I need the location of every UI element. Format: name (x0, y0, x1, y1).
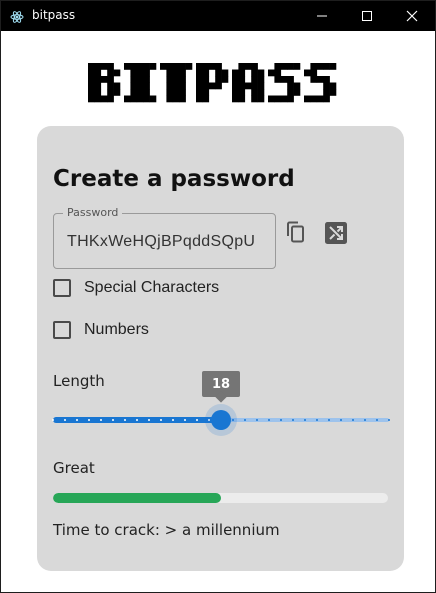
window-title: bitpass (32, 8, 76, 22)
numbers-checkbox[interactable] (53, 321, 71, 339)
minimize-button[interactable] (299, 1, 345, 31)
strength-meter (53, 493, 388, 503)
shuffle-icon (324, 222, 348, 250)
slider-tick (376, 419, 378, 421)
maximize-icon (361, 7, 373, 26)
password-field-label: Password (63, 206, 123, 219)
slider-tick (352, 419, 354, 421)
slider-tick (244, 419, 246, 421)
slider-tick (280, 419, 282, 421)
slider-tick (160, 419, 162, 421)
time-to-crack: Time to crack: > a millennium (53, 521, 280, 539)
slider-tick (388, 419, 390, 421)
title-bar[interactable]: bitpass (1, 1, 435, 31)
minimize-icon (316, 7, 328, 26)
password-generator-card: Create a password Password THKxWeHQjBPqd… (37, 126, 404, 571)
special-characters-checkbox[interactable] (53, 279, 71, 297)
app-window: bitpass Create a password Password THKxW… (0, 0, 436, 593)
page-title: Create a password (53, 166, 295, 192)
copy-button[interactable] (284, 220, 308, 246)
numbers-label: Numbers (84, 321, 149, 338)
slider-tick (292, 419, 294, 421)
password-field[interactable]: Password THKxWeHQjBPqddSQpU (53, 206, 276, 269)
slider-tick (340, 419, 342, 421)
slider-thumb[interactable] (211, 410, 231, 430)
slider-tick (148, 419, 150, 421)
special-characters-label: Special Characters (84, 279, 220, 296)
slider-tick (364, 419, 366, 421)
copy-icon (284, 221, 308, 250)
regenerate-button[interactable] (324, 220, 348, 246)
electron-icon (10, 9, 24, 23)
slider-tick (184, 419, 186, 421)
slider-tick (304, 419, 306, 421)
slider-tick (172, 419, 174, 421)
slider-tick (268, 419, 270, 421)
slider-tick (316, 419, 318, 421)
slider-tick (196, 419, 198, 421)
slider-tick (100, 419, 102, 421)
length-label: Length (53, 372, 105, 390)
slider-tick (88, 419, 90, 421)
bitpass-logo (88, 62, 346, 104)
close-button[interactable] (389, 1, 435, 31)
close-icon (406, 7, 418, 26)
strength-meter-fill (53, 493, 221, 503)
slider-tick (256, 419, 258, 421)
password-value[interactable]: THKxWeHQjBPqddSQpU (67, 233, 255, 251)
slider-tick (328, 419, 330, 421)
slider-value-label: 18 (202, 371, 240, 397)
slider-tick (112, 419, 114, 421)
maximize-button[interactable] (344, 1, 390, 31)
slider-tick (52, 419, 54, 421)
slider-tick (124, 419, 126, 421)
slider-tick (76, 419, 78, 421)
slider-tick (64, 419, 66, 421)
numbers-option[interactable]: Numbers (53, 321, 149, 339)
slider-tick (136, 419, 138, 421)
length-slider[interactable]: 18 (52, 371, 390, 436)
special-characters-option[interactable]: Special Characters (53, 279, 219, 297)
strength-label: Great (53, 459, 95, 477)
